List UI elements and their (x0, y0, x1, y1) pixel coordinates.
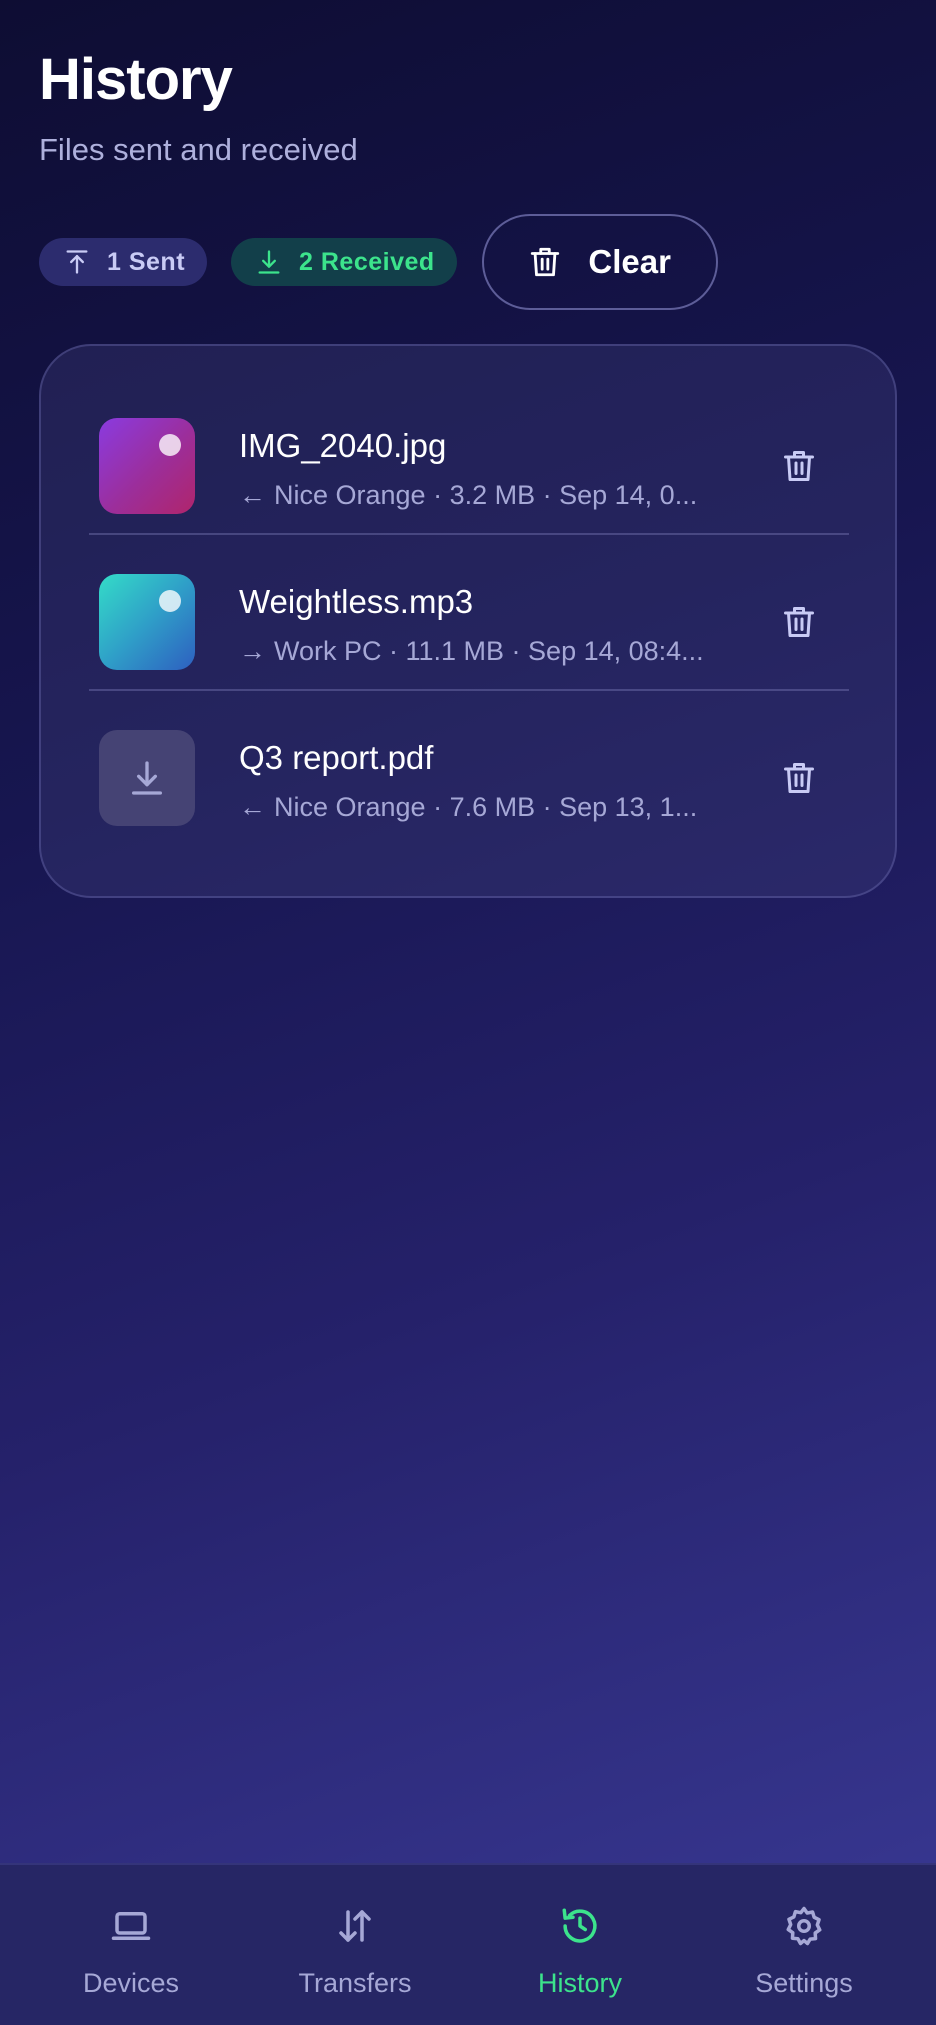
file-name: Weightless.mp3 (239, 583, 474, 620)
upload-icon (66, 250, 88, 274)
history-list: IMG_2040.jpg ← Nice Orange · 3.2 MB · Sep… (39, 344, 897, 898)
list-item[interactable]: IMG_2040.jpg ← Nice Orange · 3.2 MB · Sep… (89, 378, 849, 534)
file-meta: ← Nice Orange · 7.6 MB · Sep 13, 1... (239, 792, 698, 822)
page-title: History (39, 47, 233, 112)
tab-devices[interactable]: Devices (31, 1865, 231, 2025)
history-clock-icon (562, 1908, 597, 1943)
sent-arrow-icon: → (239, 636, 266, 666)
tab-label: Transfers (298, 1968, 412, 1998)
delete-icon[interactable] (781, 604, 817, 640)
page-subtitle: Files sent and received (39, 132, 358, 167)
clear-history-button[interactable]: Clear (481, 214, 718, 310)
download-icon (132, 761, 162, 795)
list-item[interactable]: Weightless.mp3 → Work PC · 11.1 MB · Sep … (89, 534, 849, 690)
gear-icon (786, 1906, 822, 1946)
audio-thumbnail (99, 574, 195, 670)
file-meta: → Work PC · 11.1 MB · Sep 14, 08:4... (239, 636, 704, 666)
clear-label: Clear (588, 243, 671, 280)
tab-settings[interactable]: Settings (704, 1865, 904, 2025)
laptop-icon (111, 1912, 151, 1940)
delete-icon[interactable] (781, 448, 817, 484)
transfer-arrows-icon (339, 1910, 371, 1942)
received-filter-chip[interactable]: 2 Received (231, 238, 457, 286)
received-count-label: 2 Received (299, 247, 435, 276)
received-arrow-icon: ← (239, 792, 266, 822)
sent-count-label: 1 Sent (107, 247, 186, 276)
tab-history[interactable]: History (480, 1865, 680, 2025)
tab-transfers[interactable]: Transfers (255, 1865, 455, 2025)
tab-label: History (537, 1968, 622, 1998)
list-item[interactable]: Q3 report.pdf ← Nice Orange · 7.6 MB · Se… (89, 690, 849, 846)
sent-filter-chip[interactable]: 1 Sent (39, 238, 208, 286)
download-icon (258, 250, 280, 274)
delete-icon[interactable] (781, 760, 817, 796)
filter-bar: 1 Sent 2 Received Clear (39, 214, 718, 310)
file-meta: ← Nice Orange · 3.2 MB · Sep 14, 0... (239, 480, 698, 510)
file-name: IMG_2040.jpg (239, 427, 447, 464)
image-thumbnail (99, 418, 195, 514)
file-name: Q3 report.pdf (239, 739, 434, 776)
page-header: History Files sent and received (39, 44, 358, 170)
trash-icon (531, 247, 560, 277)
tab-label: Settings (755, 1968, 853, 1998)
document-thumbnail (99, 730, 195, 826)
tab-label: Devices (82, 1968, 180, 1998)
received-arrow-icon: ← (239, 480, 266, 510)
bottom-tab-bar: Devices Transfers History Settings (0, 1863, 936, 2025)
